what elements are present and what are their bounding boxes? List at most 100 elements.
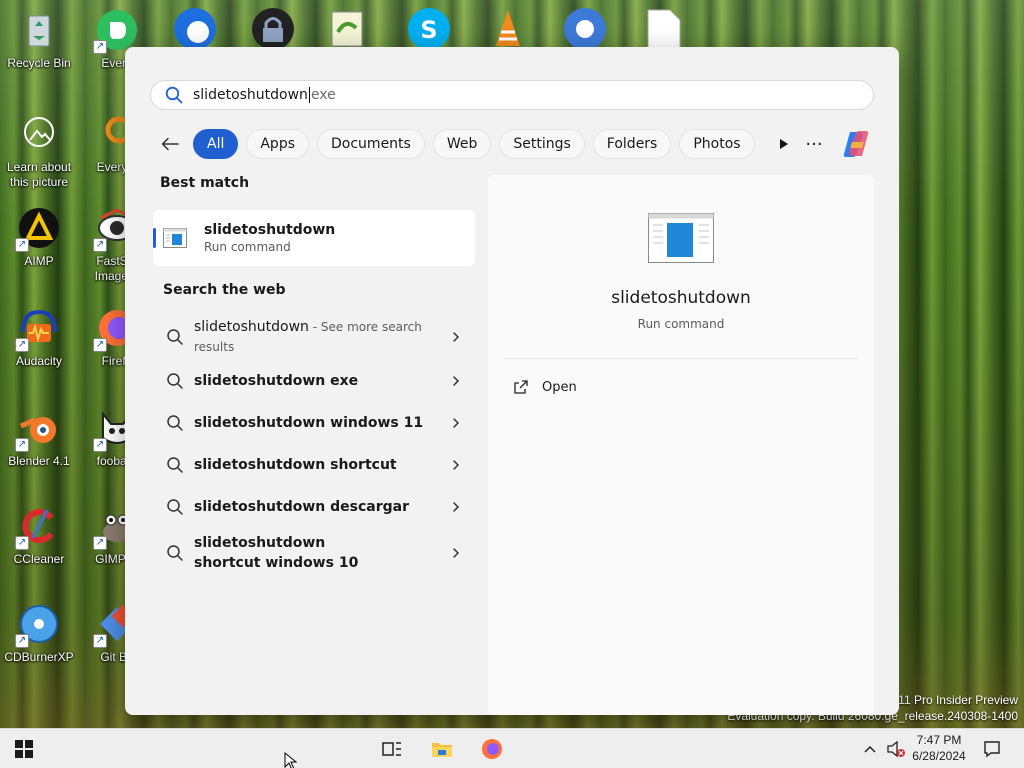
web-suggestion-text: slidetoshutdown windows 11 — [194, 415, 424, 431]
open-action-button[interactable]: Open — [514, 375, 577, 399]
task-view-icon — [382, 742, 401, 756]
run-command-large-icon — [648, 213, 714, 263]
web-suggestion-text: slidetoshutdown — [194, 319, 309, 335]
best-match-result[interactable]: slidetoshutdown Run command — [153, 210, 475, 266]
clock-date: 6/28/2024 — [912, 749, 966, 763]
show-hidden-icons-button[interactable] — [856, 735, 884, 763]
desktop-icon-audacity[interactable]: ↗ Audacity — [0, 306, 78, 369]
file-explorer-button[interactable] — [428, 735, 456, 763]
desktop-icon-label: AIMP — [24, 254, 54, 268]
evernote-icon: ↗ — [93, 8, 139, 54]
search-icon — [167, 373, 183, 389]
search-icon — [167, 329, 183, 345]
blender-icon: ↗ — [15, 406, 61, 452]
folder-icon — [432, 743, 452, 757]
desktop-icon-blender[interactable]: ↗ Blender 4.1 — [0, 406, 78, 469]
filter-chip-settings[interactable]: Settings — [499, 129, 585, 159]
windows-logo-icon — [15, 740, 33, 758]
desktop-icon-learn-about-picture[interactable]: Learn about this picture — [0, 112, 78, 190]
chevron-right-icon — [453, 332, 460, 342]
desktop-icon-file-partial[interactable] — [646, 8, 682, 52]
svg-text:S: S — [420, 16, 437, 44]
desktop-icon-ccleaner[interactable]: ↗ CCleaner — [0, 504, 78, 567]
desktop-icon-label: Blender 4.1 — [8, 454, 70, 468]
shortcut-arrow-icon: ↗ — [15, 438, 29, 452]
search-icon — [165, 86, 183, 104]
shortcut-arrow-icon: ↗ — [93, 536, 107, 550]
best-match-name: slidetoshutdown — [204, 222, 336, 238]
vlc-cone-icon — [496, 10, 520, 46]
search-input[interactable]: slidetoshutdown exe — [150, 80, 874, 110]
web-suggestion-item[interactable]: slidetoshutdown - See more search result… — [153, 314, 475, 360]
web-suggestion-item[interactable]: slidetoshutdown windows 11 — [153, 402, 475, 444]
filter-bar: All Apps Documents Web Settings Folders … — [155, 127, 875, 161]
task-view-button[interactable] — [378, 735, 406, 763]
firefox-icon — [482, 739, 502, 759]
search-autocomplete-suggestion: exe — [310, 87, 336, 103]
web-suggestion-item[interactable]: slidetoshutdown exe — [153, 360, 475, 402]
taskbar-clock[interactable]: 7:47 PM 6/28/2024 — [906, 732, 972, 764]
audacity-icon: ↗ — [15, 306, 61, 352]
blank-file-icon — [647, 9, 681, 49]
shortcut-arrow-icon: ↗ — [93, 438, 107, 452]
chevron-right-icon — [453, 418, 460, 428]
desktop-icon-recycle-bin[interactable]: Recycle Bin — [0, 8, 78, 71]
web-suggestion-item[interactable]: slidetoshutdown shortcut — [153, 444, 475, 486]
back-arrow-icon — [161, 137, 179, 151]
desktop-icon-cdburnerxp[interactable]: ↗ CDBurnerXP — [0, 602, 78, 665]
search-icon — [167, 499, 183, 515]
search-panel: slidetoshutdown exe All Apps Documents W… — [125, 47, 899, 715]
filter-chip-documents[interactable]: Documents — [317, 129, 425, 159]
desktop-icon-label: Recycle Bin — [7, 56, 71, 70]
learn-about-picture-icon — [17, 112, 61, 156]
notifications-button[interactable] — [978, 735, 1006, 763]
filter-chip-web[interactable]: Web — [432, 129, 492, 159]
lock-icon — [252, 8, 294, 50]
filter-chip-photos[interactable]: Photos — [679, 129, 755, 159]
notification-icon — [984, 741, 1000, 758]
search-icon — [167, 415, 183, 431]
clock-time: 7:47 PM — [916, 733, 962, 747]
recycle-bin-icon — [17, 8, 61, 52]
web-suggestion-item[interactable]: slidetoshutdown descargar — [153, 486, 475, 528]
filter-chip-folders[interactable]: Folders — [592, 129, 672, 159]
more-filters-button[interactable] — [769, 129, 799, 159]
desktop-icon-label: CCleaner — [13, 552, 65, 566]
copilot-button[interactable] — [839, 127, 873, 161]
chevron-right-icon — [453, 460, 460, 470]
preview-app-name: slidetoshutdown — [611, 288, 751, 308]
back-button[interactable] — [155, 129, 185, 159]
selection-indicator — [153, 228, 156, 248]
search-query-text: slidetoshutdown — [193, 87, 308, 103]
mouse-cursor-icon — [284, 752, 298, 768]
shortcut-arrow-icon: ↗ — [93, 338, 107, 352]
filter-chip-apps[interactable]: Apps — [246, 129, 310, 159]
skype-icon: S — [408, 8, 450, 50]
preview-pane: slidetoshutdown Run command Open — [488, 175, 874, 715]
chevron-right-icon — [453, 376, 460, 386]
desktop-icon-label: Learn about this picture — [6, 160, 72, 189]
notepad-plus-icon — [331, 11, 363, 47]
filter-chip-all[interactable]: All — [193, 129, 239, 159]
desktop-icon-label: Audacity — [15, 354, 63, 368]
desktop-icon-aimp[interactable]: ↗ AIMP — [0, 206, 78, 269]
preview-app-type: Run command — [637, 317, 725, 331]
search-icon — [167, 457, 183, 473]
firefox-taskbar-button[interactable] — [478, 735, 506, 763]
open-action-label: Open — [542, 379, 577, 395]
chevron-right-icon — [453, 502, 460, 512]
search-icon — [167, 545, 183, 561]
edge-icon — [174, 8, 216, 50]
best-match-heading: Best match — [160, 175, 250, 191]
shortcut-arrow-icon: ↗ — [15, 238, 29, 252]
more-options-button[interactable]: ··· — [799, 129, 829, 159]
web-suggestion-item[interactable]: slidetoshutdown shortcut windows 10 — [153, 528, 475, 578]
chevron-right-icon — [453, 548, 460, 558]
start-button[interactable] — [10, 735, 38, 763]
web-suggestion-text: slidetoshutdown shortcut windows 10 — [194, 535, 359, 571]
play-triangle-icon — [779, 139, 788, 149]
run-command-icon — [163, 228, 187, 248]
desktop-icon-notepadpp-partial[interactable] — [328, 8, 368, 52]
chevron-up-icon — [864, 745, 876, 753]
taskbar: 7:47 PM 6/28/2024 — [0, 728, 1024, 768]
